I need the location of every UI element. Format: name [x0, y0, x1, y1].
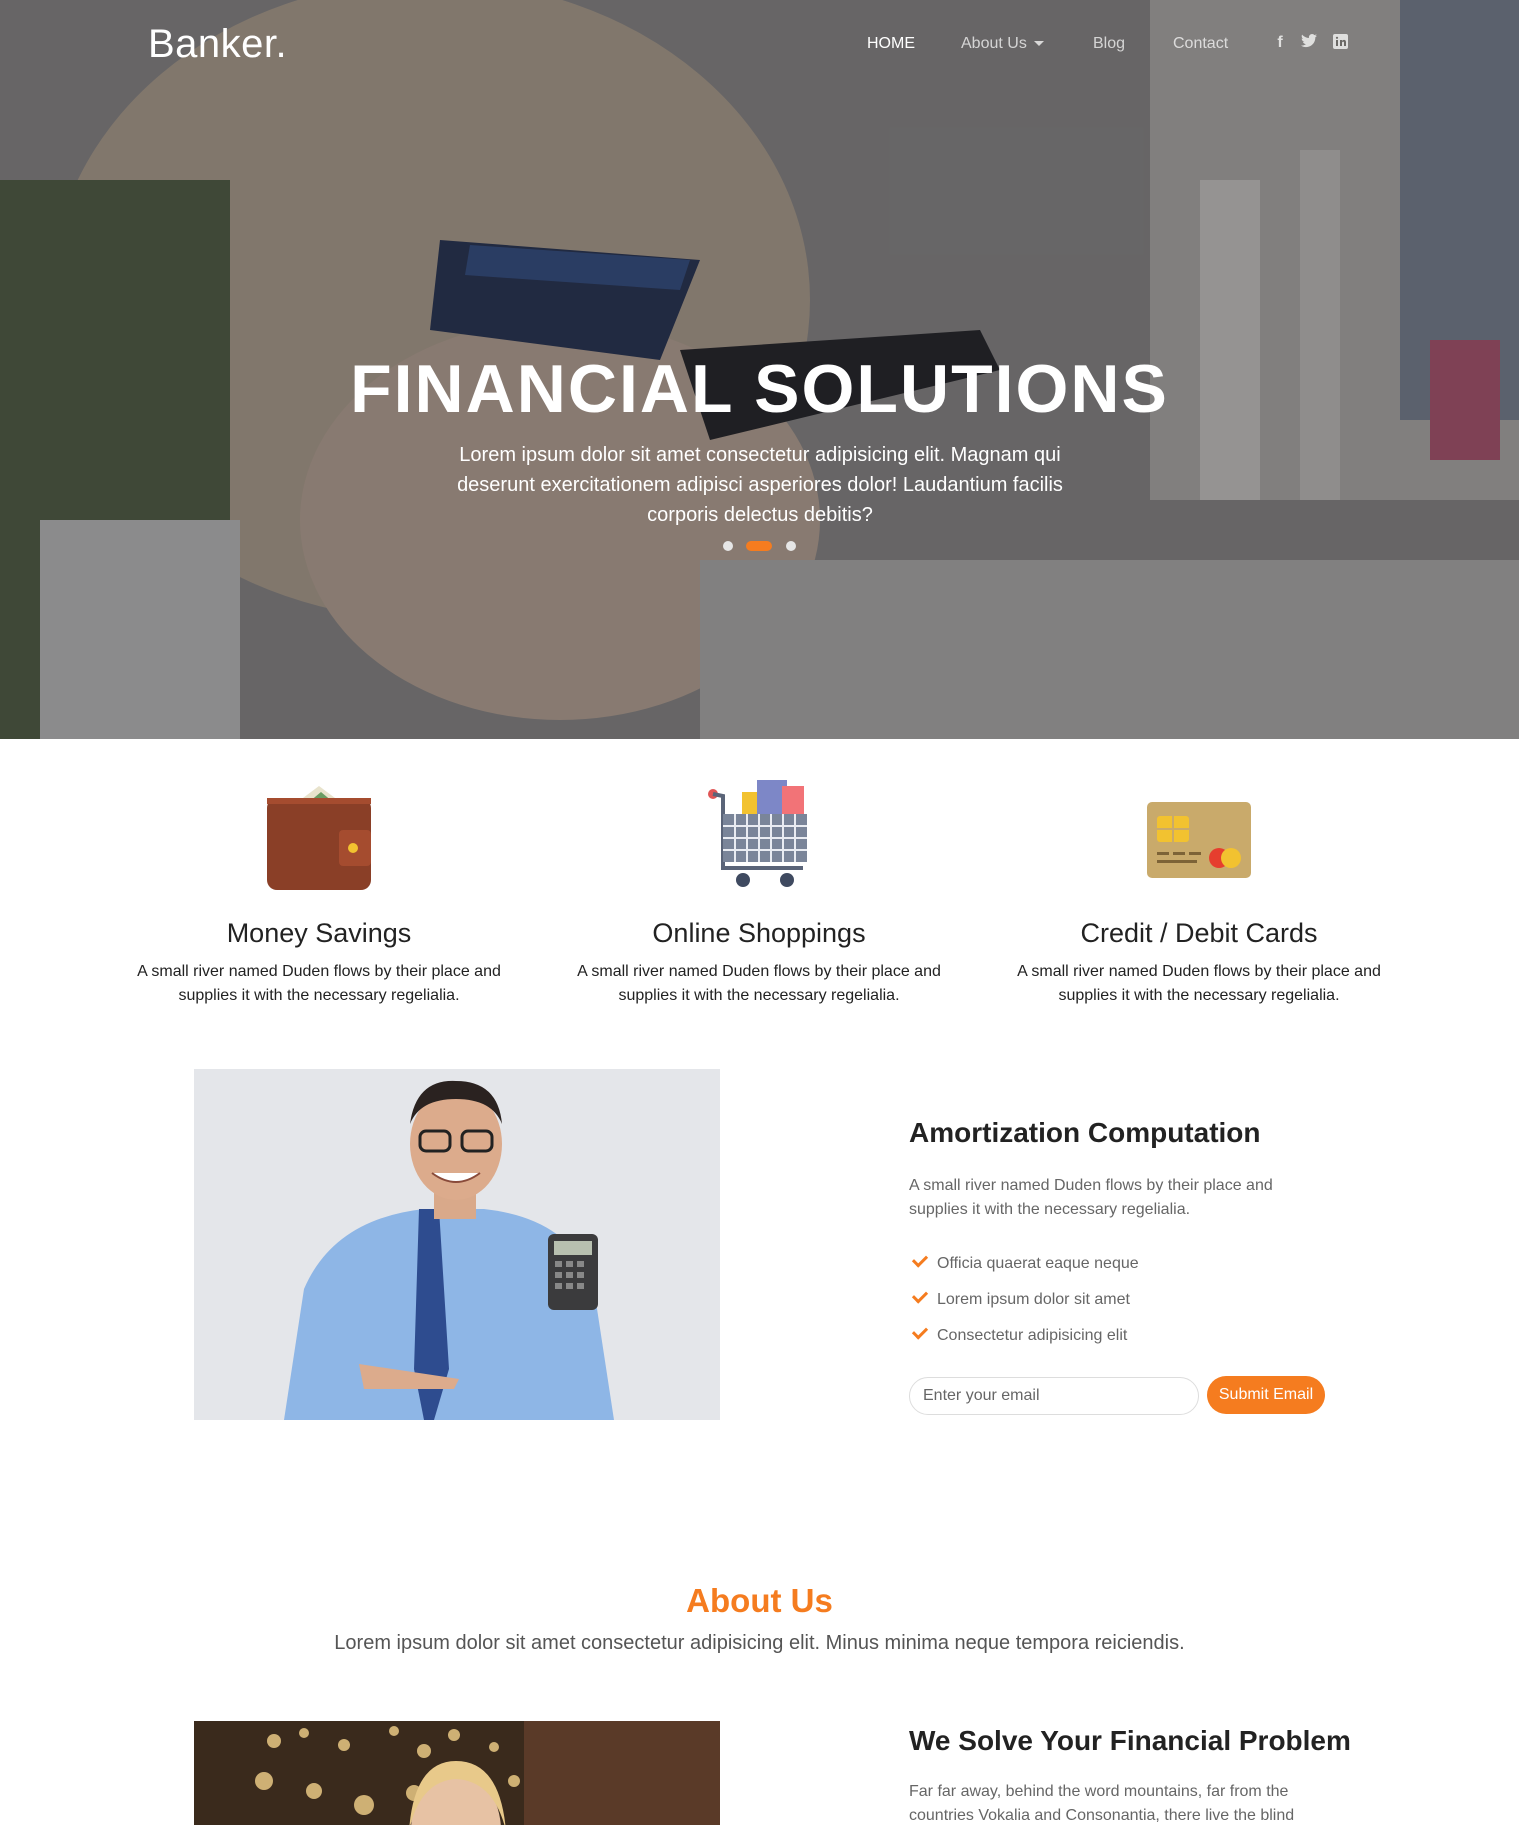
- email-input[interactable]: [909, 1377, 1199, 1415]
- amortization-title: Amortization Computation: [909, 1117, 1261, 1148]
- carousel-dot-1[interactable]: [723, 541, 733, 551]
- nav-home[interactable]: HOME: [867, 35, 915, 53]
- solve-problem-title: We Solve Your Financial Problem: [909, 1725, 1351, 1756]
- solve-problem-text: Far far away, behind the word mountains,…: [909, 1783, 1295, 1824]
- about-us-subtitle: Lorem ipsum dolor sit amet consectetur a…: [334, 1632, 1185, 1654]
- check-icon: [911, 1251, 929, 1268]
- linkedin-icon[interactable]: [1331, 34, 1349, 52]
- woman-bokeh-photo: [194, 1721, 720, 1825]
- check-icon: [911, 1323, 929, 1340]
- facebook-icon[interactable]: f: [1271, 34, 1289, 52]
- carousel-dots: [0, 540, 1519, 552]
- chevron-down-icon: [1033, 41, 1044, 47]
- twitter-icon[interactable]: [1300, 34, 1318, 52]
- checklist-item-label: Officia quaerat eaque neque: [937, 1255, 1139, 1272]
- service-text: A small river named Duden flows by their…: [1017, 963, 1381, 1004]
- service-text: A small river named Duden flows by their…: [577, 963, 941, 1004]
- carousel-dot-2[interactable]: [746, 541, 772, 551]
- businessman-calculator-photo: [194, 1069, 720, 1420]
- carousel-dot-3[interactable]: [786, 541, 796, 551]
- credit-card-icon: [1147, 802, 1251, 878]
- checklist-item-label: Lorem ipsum dolor sit amet: [937, 1291, 1130, 1308]
- hero-text: Lorem ipsum dolor sit amet consectetur a…: [457, 444, 1063, 526]
- check-icon: [911, 1287, 929, 1304]
- wallet-icon: [267, 786, 371, 890]
- checklist-item-label: Consectetur adipisicing elit: [937, 1327, 1128, 1344]
- checklist-item: Consectetur adipisicing elit: [909, 1323, 1139, 1360]
- nav-blog[interactable]: Blog: [1093, 35, 1125, 53]
- feature-checklist: Officia quaerat eaque neque Lorem ipsum …: [909, 1251, 1139, 1360]
- checklist-item: Lorem ipsum dolor sit amet: [909, 1287, 1139, 1324]
- service-title: Money Savings: [226, 918, 412, 948]
- service-title: Credit / Debit Cards: [1080, 918, 1318, 948]
- amortization-text: A small river named Duden flows by their…: [909, 1177, 1273, 1218]
- service-title: Online Shoppings: [652, 918, 866, 948]
- hero-carousel: Banker. HOME About Us Blog Contact f FIN…: [0, 0, 1519, 739]
- submit-email-button[interactable]: Submit Email: [1207, 1376, 1325, 1414]
- hero-title: FINANCIAL SOLUTIONS: [350, 351, 1169, 427]
- shopping-cart-icon: [708, 780, 807, 887]
- nav-about-label: About Us: [961, 35, 1027, 52]
- nav-about-us[interactable]: About Us: [961, 35, 1044, 53]
- brand-logo[interactable]: Banker.: [148, 22, 287, 67]
- nav-contact[interactable]: Contact: [1173, 35, 1228, 53]
- checklist-item: Officia quaerat eaque neque: [909, 1251, 1139, 1288]
- about-us-heading: About Us: [686, 1582, 833, 1619]
- top-navbar: Banker. HOME About Us Blog Contact f: [0, 0, 1519, 90]
- service-text: A small river named Duden flows by their…: [137, 963, 501, 1004]
